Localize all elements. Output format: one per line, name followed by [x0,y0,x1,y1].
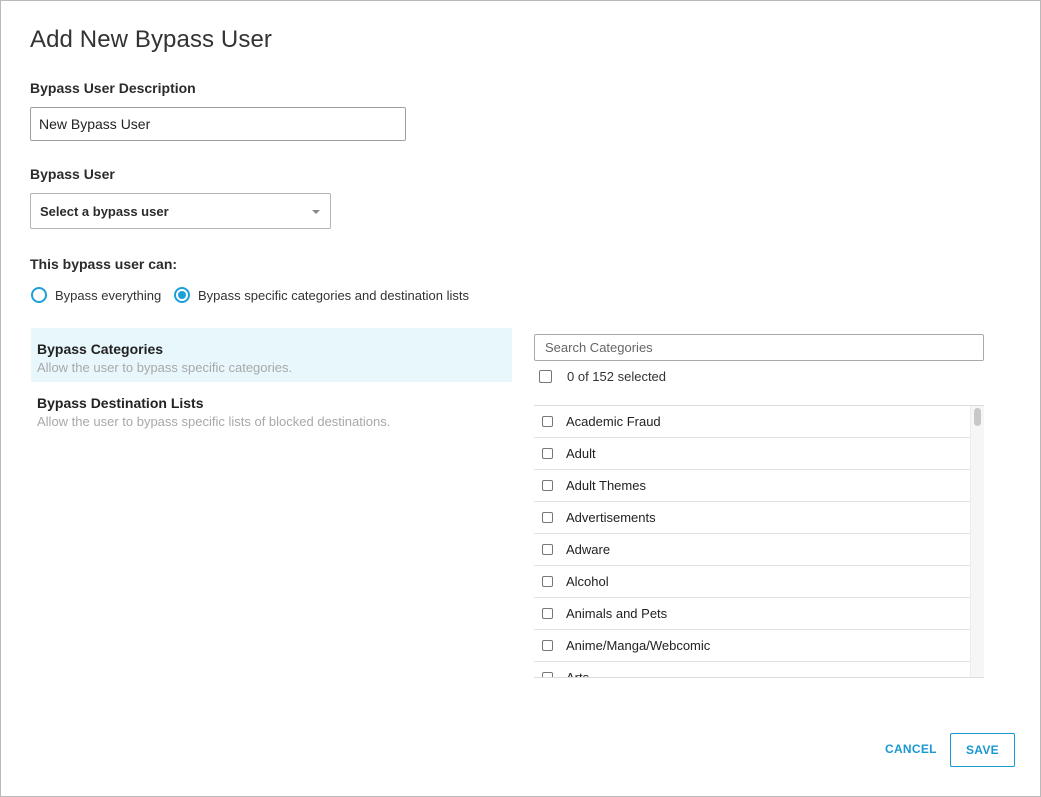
description-input[interactable] [30,107,406,141]
search-categories-input[interactable] [534,334,984,361]
radio-label: Bypass everything [55,287,162,303]
radio-bypass-everything[interactable]: Bypass everything [31,287,161,303]
category-checkbox[interactable] [542,512,553,523]
option-title: Bypass Categories [37,341,164,357]
bypass-user-label: Bypass User [30,166,115,182]
description-label: Bypass User Description [30,80,196,96]
radio-checked-icon[interactable] [174,287,190,303]
list-item[interactable]: Academic Fraud [534,406,970,438]
category-label: Adware [566,542,611,557]
category-checkbox[interactable] [542,640,553,651]
category-checkbox[interactable] [542,608,553,619]
scrollbar-thumb[interactable] [974,408,981,426]
category-scrollbar[interactable] [970,406,984,677]
permissions-label: This bypass user can: [30,256,178,272]
list-item[interactable]: Animals and Pets [534,598,970,630]
category-list: Academic Fraud Adult Adult Themes Advert… [534,405,984,678]
select-all-row[interactable]: 0 of 152 selected [539,369,666,384]
category-label: Anime/Manga/Webcomic [566,638,711,653]
bypass-user-select[interactable]: Select a bypass user [30,193,331,229]
category-checkbox[interactable] [542,480,553,491]
category-label: Arts [566,670,590,678]
dialog: Add New Bypass User Bypass User Descript… [0,0,1041,797]
list-item[interactable]: Adult Themes [534,470,970,502]
option-subtitle: Allow the user to bypass specific catego… [37,360,293,375]
bypass-type-list: Bypass Categories Allow the user to bypa… [31,328,512,436]
option-title: Bypass Destination Lists [37,395,204,411]
bypass-categories-option[interactable]: Bypass Categories Allow the user to bypa… [31,328,512,382]
bypass-user-select-value: Select a bypass user [40,204,169,219]
list-item[interactable]: Alcohol [534,566,970,598]
category-label: Adult [566,446,596,461]
option-subtitle: Allow the user to bypass specific lists … [37,414,391,429]
category-checkbox[interactable] [542,576,553,587]
category-checkbox[interactable] [542,448,553,459]
cancel-button[interactable]: CANCEL [885,738,937,760]
list-item[interactable]: Adware [534,534,970,566]
list-item[interactable]: Arts [534,662,970,678]
category-items: Academic Fraud Adult Adult Themes Advert… [534,406,970,678]
list-item[interactable]: Anime/Manga/Webcomic [534,630,970,662]
list-item[interactable]: Advertisements [534,502,970,534]
category-label: Advertisements [566,510,656,525]
dialog-title: Add New Bypass User [30,26,272,53]
category-checkbox[interactable] [542,416,553,427]
selected-count: 0 of 152 selected [567,369,667,384]
radio-label: Bypass specific categories and destinati… [198,287,469,303]
category-label: Animals and Pets [566,606,668,621]
radio-bypass-specific[interactable]: Bypass specific categories and destinati… [174,287,469,303]
category-checkbox[interactable] [542,672,553,677]
category-checkbox[interactable] [542,544,553,555]
category-label: Alcohol [566,574,609,589]
select-all-checkbox[interactable] [539,370,552,383]
list-item[interactable]: Adult [534,438,970,470]
radio-unchecked-icon[interactable] [31,287,47,303]
category-label: Academic Fraud [566,414,661,429]
save-button[interactable]: SAVE [950,733,1015,767]
bypass-destination-lists-option[interactable]: Bypass Destination Lists Allow the user … [31,382,512,436]
category-label: Adult Themes [566,478,646,493]
chevron-down-icon [312,210,320,214]
